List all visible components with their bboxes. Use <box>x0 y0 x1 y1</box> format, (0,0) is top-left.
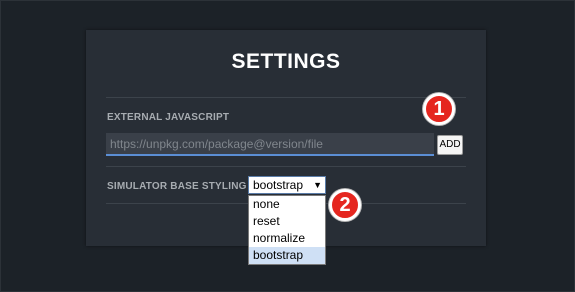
option-bootstrap[interactable]: bootstrap <box>249 247 325 264</box>
base-styling-selected-value: bootstrap <box>253 178 304 192</box>
annotation-marker-2: 2 <box>329 189 361 221</box>
option-reset[interactable]: reset <box>249 213 325 230</box>
chevron-down-icon: ▼ <box>313 180 322 190</box>
divider <box>106 166 466 167</box>
add-button[interactable]: ADD <box>437 135 463 155</box>
simulator-base-styling-label: SIMULATOR BASE STYLING <box>107 181 247 192</box>
option-none[interactable]: none <box>249 196 325 213</box>
base-styling-select[interactable]: bootstrap ▼ <box>248 176 326 194</box>
external-javascript-label: EXTERNAL JAVASCRIPT <box>107 112 230 123</box>
option-normalize[interactable]: normalize <box>249 230 325 247</box>
external-javascript-input[interactable] <box>106 133 434 156</box>
base-styling-dropdown: none reset normalize bootstrap <box>248 195 326 265</box>
page-title: SETTINGS <box>231 50 341 73</box>
divider <box>106 97 466 98</box>
annotation-marker-1: 1 <box>423 93 455 125</box>
